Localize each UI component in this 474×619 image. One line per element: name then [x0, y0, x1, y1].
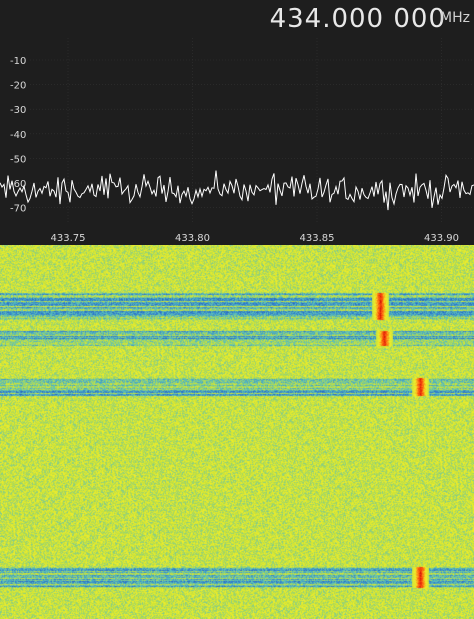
- db-tick-label: -20: [10, 81, 26, 92]
- freq-tick-label: 433.90: [424, 233, 459, 244]
- spectrum-plot[interactable]: -10-20-30-40-50-60-70 433.75 433.80 433.85…: [0, 38, 474, 245]
- frequency-axis: 433.75 433.80 433.85 433.90: [51, 233, 460, 244]
- db-tick-label: -70: [10, 204, 26, 215]
- freq-tick-label: 433.85: [300, 233, 335, 244]
- spectrum-trace: [0, 170, 474, 211]
- db-tick-label: -50: [10, 154, 26, 165]
- freq-tick-label: 433.80: [175, 233, 210, 244]
- spectrum-panel[interactable]: 434.000 000 MHz -10 -20 -30 -40 -50 -60 -70 43…: [0, 0, 474, 245]
- db-tick-label: -10: [10, 56, 26, 67]
- sdr-receiver-view: 434.000 000 MHz -10 -20 -30 -40 -50 -60 -70 43…: [0, 0, 474, 619]
- db-tick-label: -40: [10, 130, 26, 141]
- waterfall-display[interactable]: [0, 245, 474, 619]
- center-frequency-readout[interactable]: 434.000 000: [270, 4, 446, 34]
- freq-tick-label: 433.75: [51, 233, 86, 244]
- frequency-unit-label: MHz: [440, 10, 470, 26]
- db-tick-label: -30: [10, 105, 26, 116]
